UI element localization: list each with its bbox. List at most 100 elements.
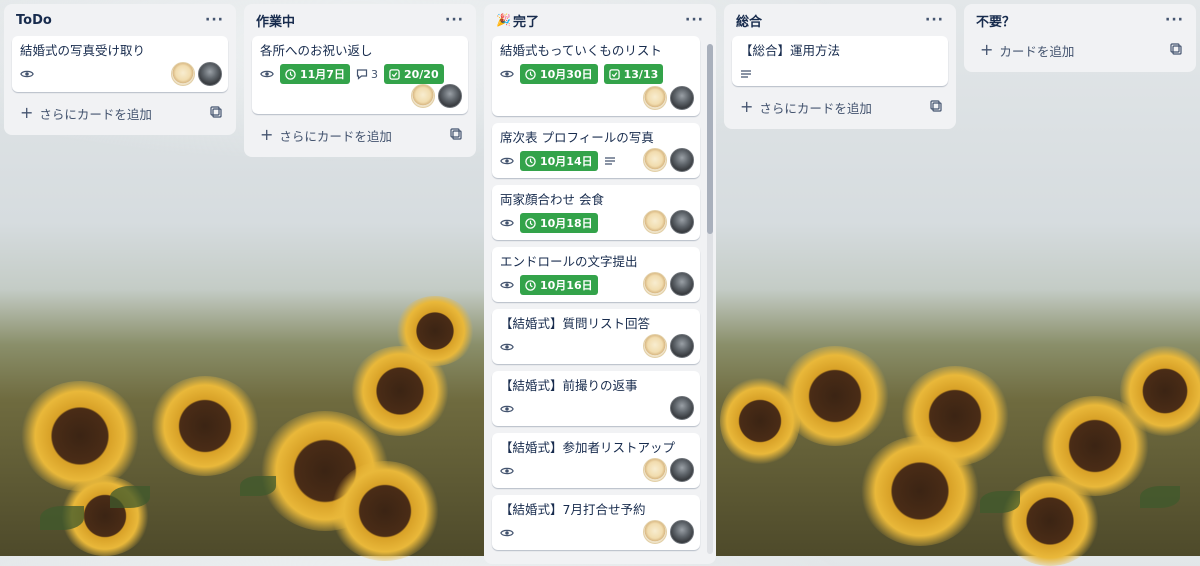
template-icon[interactable] <box>1170 42 1182 58</box>
due-date-badge[interactable]: 10月16日 <box>520 275 598 295</box>
add-card-label: さらにカードを追加 <box>279 128 392 144</box>
template-icon[interactable] <box>450 127 462 143</box>
card-badges: 10月30日 13/13 <box>500 64 692 84</box>
eye-icon <box>500 340 514 354</box>
checklist-count: 20/20 <box>403 67 439 81</box>
add-card-label: カードを追加 <box>999 43 1075 59</box>
card[interactable]: エンドロールの文字提出 10月16日 <box>492 247 700 302</box>
checklist-badge: 13/13 <box>603 64 664 84</box>
avatar[interactable] <box>643 520 667 544</box>
avatar[interactable] <box>670 272 694 296</box>
card-title: 席次表 プロフィールの写真 <box>500 130 654 145</box>
avatar[interactable] <box>643 334 667 358</box>
plus-icon: + <box>20 103 34 122</box>
card[interactable]: 各所へのお祝い返し 11月7日 3 20/20 <box>252 36 468 114</box>
avatar[interactable] <box>643 210 667 234</box>
plus-icon: + <box>980 40 994 59</box>
card-title: 【結婚式】7月打合せ予約 <box>500 502 646 517</box>
list-title[interactable]: ToDo <box>16 13 52 28</box>
plus-icon: + <box>260 125 274 144</box>
more-icon[interactable]: ··· <box>925 12 944 28</box>
card[interactable]: 【結婚式】7月打合せ予約 <box>492 495 700 550</box>
card-members <box>171 62 222 86</box>
card[interactable]: 【結婚式】前撮りの返事 <box>492 371 700 426</box>
list-scrollbar[interactable] <box>707 44 713 554</box>
avatar[interactable] <box>670 148 694 172</box>
clock-icon <box>525 155 536 167</box>
card-title: 各所へのお祝い返し <box>260 43 373 58</box>
due-date-text: 11月7日 <box>300 68 345 81</box>
more-icon[interactable]: ··· <box>445 12 464 28</box>
due-date-text: 10月30日 <box>540 68 593 81</box>
add-card-button[interactable]: + さらにカードを追加 <box>740 98 872 117</box>
card[interactable]: 席次表 プロフィールの写真 10月14日 <box>492 123 700 178</box>
due-date-badge[interactable]: 10月18日 <box>520 213 598 233</box>
eye-icon <box>20 67 34 81</box>
scrollbar-thumb[interactable] <box>707 44 713 234</box>
card[interactable]: 結婚式の写真受け取り <box>12 36 228 92</box>
avatar[interactable] <box>643 458 667 482</box>
card-title: 結婚式の写真受け取り <box>20 43 146 58</box>
avatar[interactable] <box>670 458 694 482</box>
avatar[interactable] <box>198 62 222 86</box>
avatar[interactable] <box>438 84 462 108</box>
card-members <box>643 210 694 234</box>
add-card-button[interactable]: + さらにカードを追加 <box>20 104 152 123</box>
card[interactable]: 【結婚式】参加者リストアップ <box>492 433 700 488</box>
more-icon[interactable]: ··· <box>1165 12 1184 28</box>
list-title[interactable]: 総合 <box>736 11 762 30</box>
avatar[interactable] <box>643 86 667 110</box>
avatar[interactable] <box>643 148 667 172</box>
more-icon[interactable]: ··· <box>205 12 224 28</box>
description-icon <box>604 152 616 171</box>
card-members <box>643 334 694 358</box>
due-date-badge[interactable]: 11月7日 <box>280 64 350 84</box>
eye-icon <box>500 526 514 540</box>
add-card-button[interactable]: + さらにカードを追加 <box>260 126 392 145</box>
avatar[interactable] <box>670 86 694 110</box>
template-icon[interactable] <box>930 99 942 115</box>
avatar[interactable] <box>670 520 694 544</box>
card[interactable]: 両家顔合わせ 会食 10月18日 <box>492 185 700 240</box>
card-title: 【結婚式】参加者リストアップ <box>500 440 676 455</box>
template-icon[interactable] <box>210 105 222 121</box>
list-title[interactable]: 作業中 <box>256 11 295 30</box>
card-badges <box>500 399 692 419</box>
avatar[interactable] <box>411 84 435 108</box>
card-badges: 11月7日 3 20/20 <box>260 64 460 84</box>
card-title: 両家顔合わせ 会食 <box>500 192 604 207</box>
checkbox-icon <box>389 68 400 80</box>
due-date-badge[interactable]: 10月14日 <box>520 151 598 171</box>
card-members <box>643 520 694 544</box>
clock-icon <box>285 68 296 80</box>
comments-count: 3 <box>370 67 378 81</box>
checklist-badge: 20/20 <box>383 64 444 84</box>
avatar[interactable] <box>643 272 667 296</box>
avatar[interactable] <box>670 210 694 234</box>
eye-icon <box>260 67 274 81</box>
plus-icon: + <box>740 97 754 116</box>
more-icon[interactable]: ··· <box>685 12 704 28</box>
add-card-button[interactable]: + カードを追加 <box>980 41 1074 60</box>
card[interactable]: 【総合】運用方法 <box>732 36 948 86</box>
list-header: 不要？ ··· <box>972 4 1188 36</box>
card[interactable]: 結婚式もっていくものリスト 10月30日 13/13 <box>492 36 700 116</box>
add-card-row: + さらにカードを追加 <box>12 99 228 127</box>
card-title: 【総合】運用方法 <box>740 43 841 58</box>
checklist-count: 13/13 <box>623 67 659 81</box>
card[interactable]: 【結婚式】質問リスト回答 <box>492 309 700 364</box>
card-title: 結婚式もっていくものリスト <box>500 43 662 58</box>
list-title[interactable]: 🎉 完了 <box>496 11 539 30</box>
due-date-badge[interactable]: 10月30日 <box>520 64 598 84</box>
add-card-label: さらにカードを追加 <box>39 106 152 122</box>
list-title[interactable]: 不要？ <box>976 11 1015 30</box>
list-todo: ToDo ··· 結婚式の写真受け取り + さらにカードを追加 <box>4 4 236 135</box>
avatar[interactable] <box>171 62 195 86</box>
card-members <box>411 84 462 108</box>
list-title-text: 完了 <box>512 14 539 30</box>
list-header: ToDo ··· <box>12 4 228 36</box>
card-badges <box>740 64 940 84</box>
avatar[interactable] <box>670 334 694 358</box>
description-icon <box>740 65 752 84</box>
avatar[interactable] <box>670 396 694 420</box>
